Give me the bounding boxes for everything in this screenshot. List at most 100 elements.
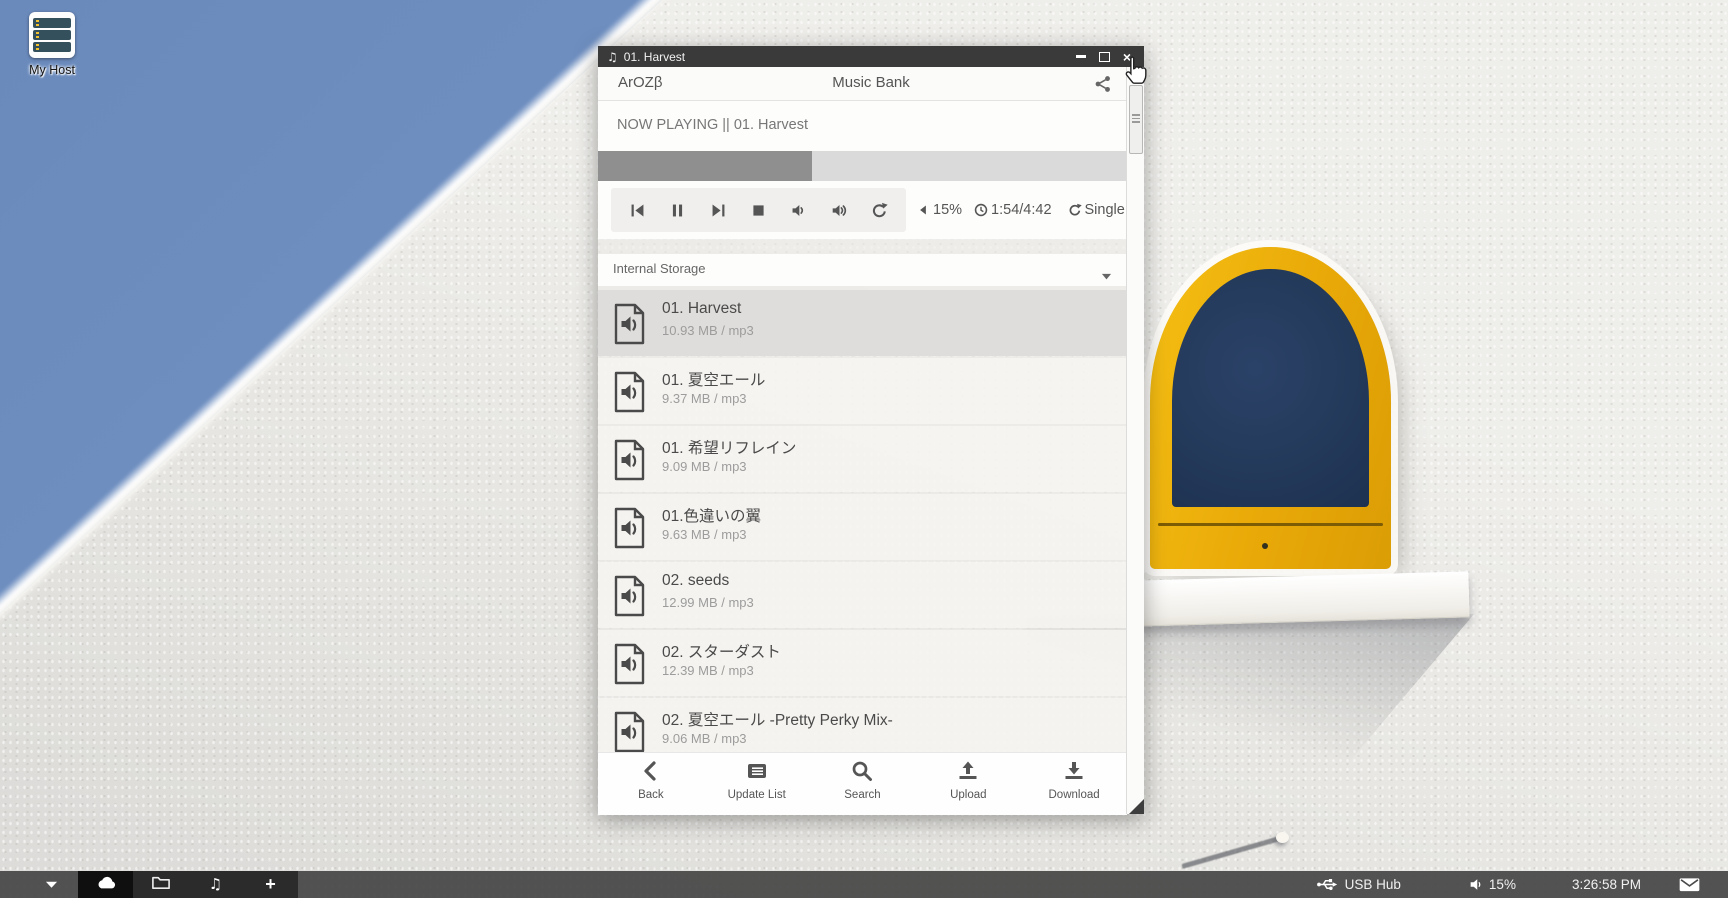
plus-icon: +	[265, 875, 276, 895]
window-title: 01. Harvest	[624, 50, 685, 64]
window-sill	[1138, 571, 1469, 626]
stop-button[interactable]	[746, 198, 770, 222]
taskbar-app-add-app[interactable]: +	[243, 871, 298, 898]
cloud-icon	[96, 873, 116, 896]
taskbar-app-music[interactable]: ♫	[188, 871, 243, 898]
track-meta: 9.06 MB / mp3	[662, 731, 747, 746]
taskbar: ♫ + USB Hub 15% 3:26:58 PM	[0, 871, 1728, 898]
audio-file-icon	[612, 507, 646, 549]
clock[interactable]: 3:26:58 PM	[1572, 877, 1641, 892]
usb-status[interactable]: USB Hub	[1316, 876, 1401, 893]
audio-file-icon	[612, 575, 646, 617]
audio-file-icon	[612, 371, 646, 413]
maximize-button[interactable]	[1097, 50, 1111, 64]
track-title: 01.色違いの翼	[662, 504, 761, 526]
list-item[interactable]: 02. seeds 12.99 MB / mp3	[598, 562, 1127, 628]
bottom-toolbar: BackUpdate ListSearchUploadDownload	[598, 752, 1127, 815]
close-button[interactable]: ×	[1120, 50, 1134, 64]
repeat-button[interactable]	[868, 198, 892, 222]
upload-button[interactable]: Upload	[915, 753, 1021, 815]
playlist: 01. Harvest10.93 MB / mp301. 夏空エール9.37 M…	[598, 290, 1127, 766]
storage-select[interactable]: Internal Storage	[598, 254, 1127, 286]
volume-up-button[interactable]	[827, 198, 851, 222]
track-title: 02. seeds	[662, 572, 729, 590]
left-triangle-icon	[916, 203, 930, 217]
server-icon	[29, 12, 75, 58]
list-item[interactable]: 02. スターダスト12.39 MB / mp3	[598, 630, 1127, 696]
track-meta: 9.09 MB / mp3	[662, 459, 747, 474]
list-item[interactable]: 01. Harvest10.93 MB / mp3	[598, 290, 1127, 356]
window-resize-handle[interactable]	[1129, 799, 1144, 814]
window-controls: ×	[1074, 50, 1144, 64]
player-controls: 15% 1:54/4:42 Single	[598, 181, 1127, 239]
mail-icon[interactable]	[1679, 877, 1700, 892]
scrollbar-track[interactable]	[1126, 67, 1144, 814]
audio-file-icon	[612, 303, 646, 345]
track-title: 02. スターダスト	[662, 640, 781, 662]
time-indicator: 1:54/4:42	[974, 202, 1051, 218]
desktop-icon-my-host[interactable]: My Host	[14, 12, 90, 77]
music-player-window: ♫ 01. Harvest × ArOZβ Music Bank NOW PLA…	[598, 46, 1144, 814]
back-button[interactable]: Back	[598, 753, 704, 815]
list-item[interactable]: 01.色違いの翼9.63 MB / mp3	[598, 494, 1127, 560]
toolbar-label: Search	[810, 789, 916, 801]
track-meta: 12.99 MB / mp3	[662, 595, 754, 610]
seek-bar[interactable]	[598, 151, 1127, 181]
track-meta: 9.37 MB / mp3	[662, 391, 747, 406]
seek-bar-fill	[598, 151, 812, 181]
update-list-icon	[704, 760, 810, 787]
toolbar-label: Update List	[704, 789, 810, 801]
volume-status[interactable]: 15%	[1469, 877, 1516, 892]
next-button[interactable]	[706, 198, 730, 222]
toolbar-label: Back	[598, 789, 704, 801]
list-item[interactable]: 01. 希望リフレイン9.09 MB / mp3	[598, 426, 1127, 492]
wall-knob	[1276, 832, 1289, 843]
pause-button[interactable]	[666, 198, 690, 222]
track-title: 01. 夏空エール	[662, 368, 765, 390]
download-icon	[1021, 760, 1127, 787]
audio-file-icon	[612, 711, 646, 753]
previous-button[interactable]	[625, 198, 649, 222]
back-icon	[598, 760, 704, 787]
volume-down-button[interactable]	[787, 198, 811, 222]
upload-icon	[915, 760, 1021, 787]
taskbar-chevron-down-icon[interactable]	[40, 871, 62, 898]
arched-window-photo	[1150, 247, 1391, 569]
taskbar-status-area: USB Hub 15% 3:26:58 PM	[1316, 876, 1728, 893]
track-title: 02. 夏空エール -Pretty Perky Mix-	[662, 708, 893, 730]
window-titlebar[interactable]: ♫ 01. Harvest ×	[598, 46, 1144, 67]
share-icon[interactable]	[1094, 75, 1112, 93]
taskbar-app-file-manager[interactable]	[133, 871, 188, 898]
update-list-button[interactable]: Update List	[704, 753, 810, 815]
minimize-button[interactable]	[1074, 50, 1088, 64]
taskbar-app-cloud[interactable]	[78, 871, 133, 898]
download-button[interactable]: Download	[1021, 753, 1127, 815]
toolbar-label: Upload	[915, 789, 1021, 801]
audio-file-icon	[612, 439, 646, 481]
clock-icon	[974, 203, 988, 217]
chevron-down-icon	[1101, 267, 1112, 274]
usb-icon	[1316, 876, 1338, 893]
now-playing-label: NOW PLAYING || 01. Harvest	[617, 117, 808, 133]
desktop-icon-label: My Host	[14, 63, 90, 77]
list-item[interactable]: 01. 夏空エール9.37 MB / mp3	[598, 358, 1127, 424]
audio-file-icon	[612, 643, 646, 685]
play-mode-toggle[interactable]: Single	[1068, 202, 1125, 218]
repeat-icon	[1068, 203, 1082, 217]
volume-indicator: 15%	[916, 202, 962, 218]
window-frame-dot	[1262, 543, 1268, 549]
folder-icon	[151, 873, 171, 896]
page-title: Music Bank	[598, 74, 1144, 91]
track-title: 01. 希望リフレイン	[662, 436, 796, 458]
window-glass	[1172, 269, 1369, 507]
storage-select-value: Internal Storage	[613, 261, 706, 276]
search-button[interactable]: Search	[810, 753, 916, 815]
scrollbar-thumb[interactable]	[1129, 85, 1143, 154]
music-note-icon: ♫	[209, 875, 222, 894]
window-frame-line	[1158, 523, 1383, 526]
music-note-icon: ♫	[607, 50, 618, 64]
track-meta: 9.63 MB / mp3	[662, 527, 747, 542]
toolbar-label: Download	[1021, 789, 1127, 801]
speaker-icon	[1469, 877, 1482, 892]
now-playing-bar: NOW PLAYING || 01. Harvest	[598, 101, 1127, 151]
